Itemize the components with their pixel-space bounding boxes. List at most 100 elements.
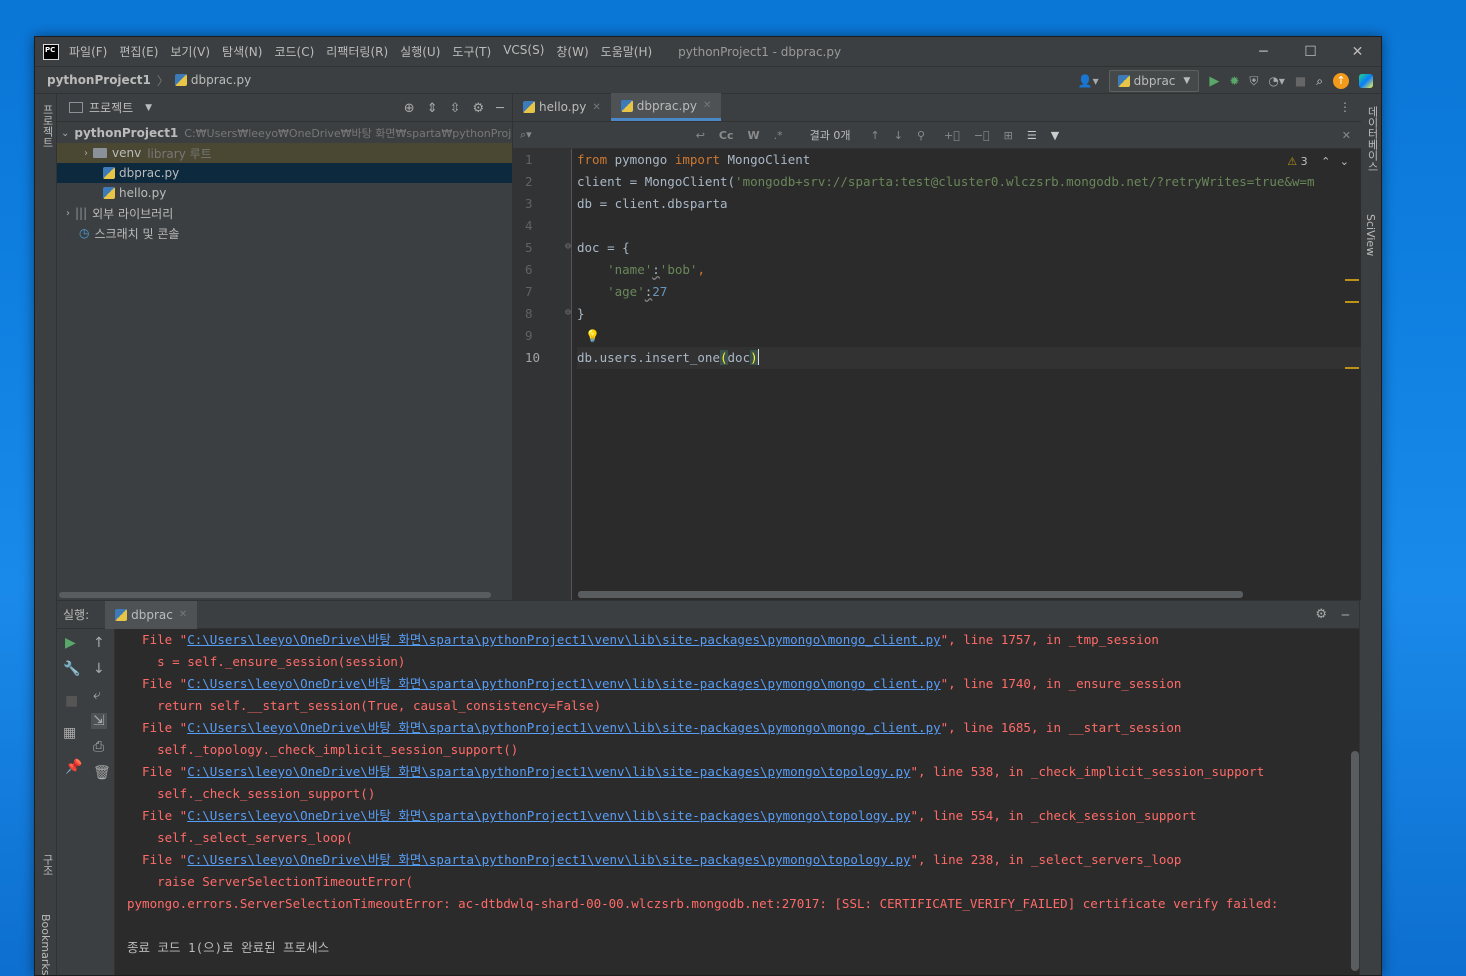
file-link[interactable]: C:\Users\leeyo\OneDrive\바탕 화면\sparta\pyt… xyxy=(187,632,940,647)
filter-options-icon[interactable]: ☰ xyxy=(1027,129,1037,142)
chevron-right-icon[interactable]: › xyxy=(79,148,93,159)
scroll-to-end-icon[interactable]: ⇲ xyxy=(91,713,107,729)
maximize-icon[interactable]: ☐ xyxy=(1287,37,1334,66)
user-icon[interactable]: 👤▾ xyxy=(1078,74,1099,88)
tab-dbprac[interactable]: dbprac.py ✕ xyxy=(610,93,722,121)
vertical-scrollbar[interactable] xyxy=(1351,751,1359,971)
regex-button[interactable]: .* xyxy=(774,129,783,142)
run-icon[interactable]: ▶ xyxy=(1209,74,1219,89)
fold-icon[interactable]: ⊖ xyxy=(565,241,571,252)
hide-icon[interactable]: ─ xyxy=(496,101,504,116)
chevron-up-icon[interactable]: ⌃ xyxy=(1321,155,1330,168)
project-tool-tab[interactable]: 프로젝트 xyxy=(39,104,55,148)
menu-item[interactable]: VCS(S) xyxy=(503,43,544,60)
profile-icon[interactable]: ◔▾ xyxy=(1268,74,1285,88)
file-link[interactable]: C:\Users\leeyo\OneDrive\바탕 화면\sparta\pyt… xyxy=(187,676,940,691)
tree-item-dbprac[interactable]: dbprac.py xyxy=(57,163,512,183)
project-panel-title[interactable]: 프로젝트 xyxy=(89,99,133,116)
scroll-up-icon[interactable]: ↑ xyxy=(93,635,105,651)
sciview-tool-tab[interactable]: SciView xyxy=(1364,214,1377,256)
chevron-down-icon[interactable]: ⌄ xyxy=(61,128,69,139)
menu-item[interactable]: 코드(C) xyxy=(274,43,314,60)
close-icon[interactable]: ✕ xyxy=(1342,129,1351,142)
menu-item[interactable]: 탐색(N) xyxy=(222,43,262,60)
filter-icon[interactable]: ▼ xyxy=(1051,129,1059,142)
remove-selection-icon[interactable]: −⃞ xyxy=(974,129,990,142)
file-link[interactable]: C:\Users\leeyo\OneDrive\바탕 화면\sparta\pyt… xyxy=(187,808,910,823)
console-output[interactable]: File "C:\Users\leeyo\OneDrive\바탕 화면\spar… xyxy=(127,629,1349,975)
file-link[interactable]: C:\Users\leeyo\OneDrive\바탕 화면\sparta\pyt… xyxy=(187,852,910,867)
select-all-icon[interactable]: ⊞ xyxy=(1004,129,1013,142)
menu-item[interactable]: 도움말(H) xyxy=(601,43,653,60)
scroll-down-icon[interactable]: ↓ xyxy=(93,661,105,677)
debug-icon[interactable]: ✹ xyxy=(1229,74,1239,88)
close-icon[interactable]: ✕ xyxy=(179,609,187,620)
stop-icon[interactable]: ■ xyxy=(1295,74,1306,88)
more-icon[interactable]: ⋮ xyxy=(1339,100,1351,114)
warnings-indicator[interactable]: ⚠ 3 ⌃ ⌄ xyxy=(1287,155,1349,168)
add-selection-icon[interactable]: +⃞ xyxy=(944,129,960,142)
tree-item-venv[interactable]: › venv library 루트 xyxy=(57,143,512,163)
prev-occurrence-icon[interactable]: ↑ xyxy=(871,129,880,142)
tree-item-external-libraries[interactable]: › ||| 외부 라이브러리 xyxy=(57,203,512,223)
layout-icon[interactable]: ▦ xyxy=(63,725,76,741)
jetbrains-icon[interactable] xyxy=(1359,74,1373,88)
code-area[interactable]: 1 2 3 4 5 6 7 8 9 10 ⊖ ⊖ 💡 from pymongo … xyxy=(513,149,1361,600)
horizontal-scrollbar[interactable] xyxy=(578,591,1243,598)
hide-icon[interactable]: ─ xyxy=(1342,608,1349,622)
menu-item[interactable]: 창(W) xyxy=(556,43,588,60)
breadcrumb-file[interactable]: dbprac.py xyxy=(191,73,251,87)
locate-icon[interactable]: ⊕ xyxy=(404,101,415,116)
file-link[interactable]: C:\Users\leeyo\OneDrive\바탕 화면\sparta\pyt… xyxy=(187,764,910,779)
menu-item[interactable]: 파일(F) xyxy=(69,43,107,60)
fold-icon[interactable]: ⊖ xyxy=(565,307,571,318)
tree-item-hello[interactable]: hello.py xyxy=(57,183,512,203)
close-icon[interactable]: ✕ xyxy=(592,102,600,113)
print-icon[interactable]: ⎙ xyxy=(93,739,104,755)
menu-item[interactable]: 보기(V) xyxy=(170,43,210,60)
file-link[interactable]: C:\Users\leeyo\OneDrive\바탕 화면\sparta\pyt… xyxy=(187,720,940,735)
run-config-select[interactable]: dbprac ▼ xyxy=(1108,70,1200,92)
gear-icon[interactable]: ⚙ xyxy=(1315,607,1327,622)
expand-all-icon[interactable]: ⇕ xyxy=(427,101,438,116)
warning-marker[interactable] xyxy=(1345,279,1359,281)
warning-marker[interactable] xyxy=(1345,301,1359,303)
database-tool-tab[interactable]: 데이터베이스 xyxy=(1364,106,1380,172)
run-tab-dbprac[interactable]: dbprac ✕ xyxy=(105,600,198,629)
newline-icon[interactable]: ↩ xyxy=(696,129,705,142)
tab-hello[interactable]: hello.py ✕ xyxy=(513,93,611,121)
wrench-icon[interactable]: 🔧 xyxy=(63,661,80,677)
pin-icon[interactable]: ⚲ xyxy=(917,129,925,142)
rerun-icon[interactable]: ▶ xyxy=(65,635,76,651)
tree-item-scratches[interactable]: ◷ 스크래치 및 콘솔 xyxy=(57,223,512,243)
search-icon[interactable]: ⌕ xyxy=(1316,74,1323,89)
menu-item[interactable]: 도구(T) xyxy=(452,43,491,60)
match-case-button[interactable]: Cc xyxy=(719,129,734,142)
chevron-right-icon[interactable]: › xyxy=(61,208,75,219)
structure-tool-tab[interactable]: 구조 xyxy=(39,854,55,876)
update-icon[interactable]: ↑ xyxy=(1333,73,1349,89)
menu-item[interactable]: 실행(U) xyxy=(400,43,440,60)
gear-icon[interactable]: ⚙ xyxy=(473,101,485,116)
soft-wrap-icon[interactable]: ⤶ xyxy=(93,687,101,703)
close-icon[interactable]: ✕ xyxy=(703,100,711,111)
menu-item[interactable]: 리팩터링(R) xyxy=(326,43,388,60)
warning-marker[interactable] xyxy=(1345,367,1359,369)
tree-root-project[interactable]: ⌄ pythonProject1 C:₩Users₩leeyo₩OneDrive… xyxy=(57,123,512,143)
pin-icon[interactable]: 📌 xyxy=(65,759,82,775)
find-input[interactable] xyxy=(538,127,689,143)
collapse-all-icon[interactable]: ⇳ xyxy=(450,101,461,116)
menu-item[interactable]: 편집(E) xyxy=(119,43,158,60)
trash-icon[interactable]: 🗑 xyxy=(93,765,111,781)
breadcrumb-project[interactable]: pythonProject1 xyxy=(47,73,151,87)
minimize-icon[interactable]: ─ xyxy=(1240,37,1287,66)
next-occurrence-icon[interactable]: ↓ xyxy=(894,129,903,142)
stop-icon[interactable]: ■ xyxy=(65,693,78,709)
chevron-down-icon[interactable]: ▼ xyxy=(145,103,152,113)
horizontal-scrollbar[interactable] xyxy=(59,592,491,598)
close-icon[interactable]: ✕ xyxy=(1334,37,1381,66)
search-icon[interactable]: ⌕▾ xyxy=(520,128,532,142)
bookmarks-tool-tab[interactable]: Bookmarks xyxy=(39,914,52,975)
chevron-down-icon[interactable]: ⌄ xyxy=(1340,155,1349,168)
coverage-icon[interactable]: ⛨ xyxy=(1249,74,1258,89)
